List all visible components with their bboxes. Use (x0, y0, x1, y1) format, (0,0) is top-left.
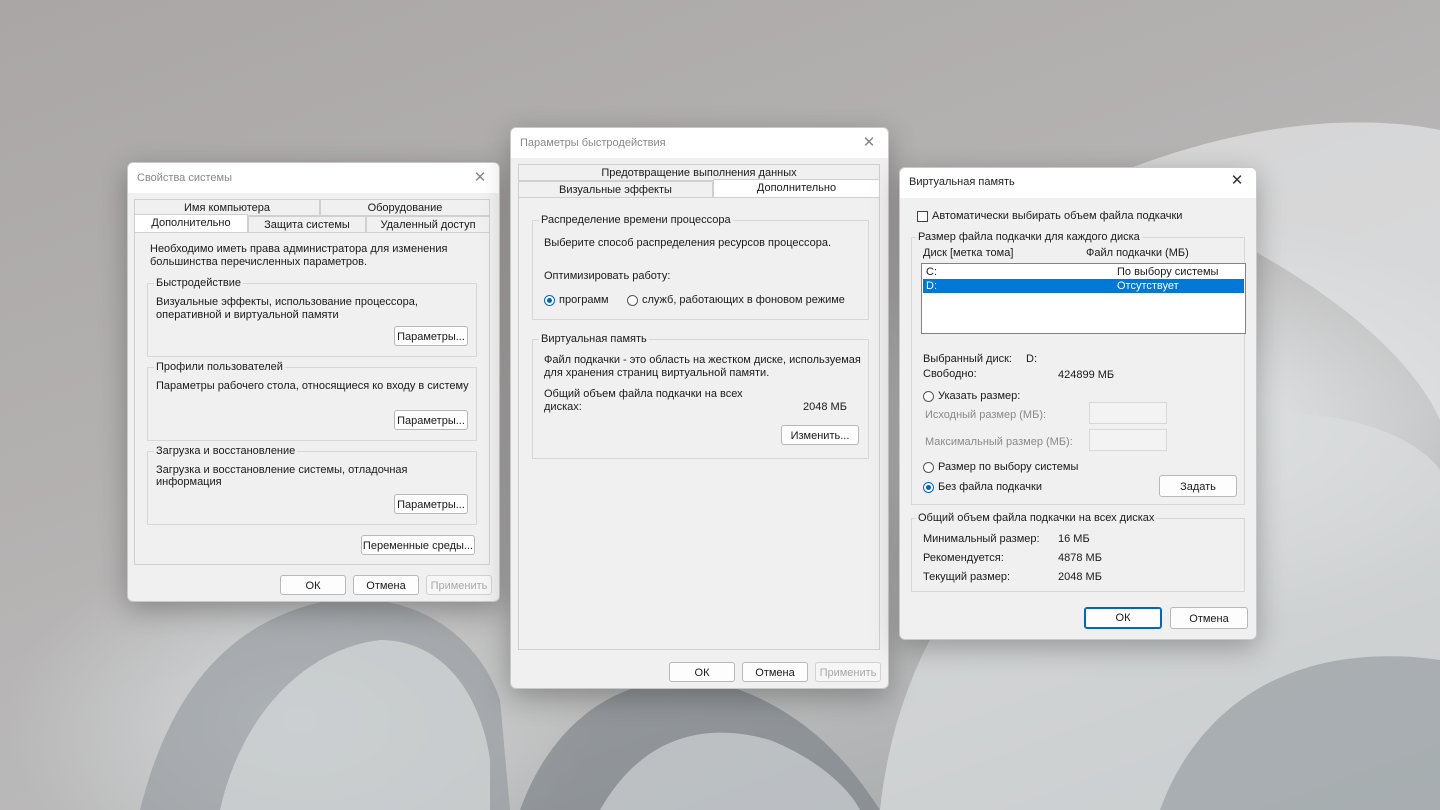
selected-disk-value: D: (1026, 353, 1037, 365)
tab-advanced[interactable]: Дополнительно (713, 179, 880, 198)
performance-group: Быстродействие Визуальные эффекты, испол… (147, 277, 477, 357)
cancel-button[interactable]: Отмена (1170, 607, 1248, 629)
auto-manage-checkbox[interactable] (917, 211, 928, 222)
optimize-label: Оптимизировать работу: (544, 270, 671, 282)
virtual-memory-group: Виртуальная память Файл подкачки - это о… (532, 333, 869, 459)
disk-paging-size: По выбору системы (1117, 266, 1219, 278)
cpu-scheduling-group: Распределение времени процессора Выберит… (532, 214, 869, 320)
virtual-memory-titlebar[interactable]: Виртуальная память ✕ (900, 168, 1256, 198)
ok-button[interactable]: ОК (1084, 607, 1162, 629)
background-services-label[interactable]: служб, работающих в фоновом режиме (642, 294, 845, 306)
minimum-size-value: 16 МБ (1058, 533, 1090, 545)
custom-size-radio[interactable] (923, 391, 934, 402)
recommended-label: Рекомендуется: (923, 552, 1004, 564)
startup-recovery-title: Загрузка и восстановление (154, 445, 298, 457)
minimum-size-label: Минимальный размер: (923, 533, 1040, 545)
environment-variables-button[interactable]: Переменные среды... (361, 535, 475, 555)
user-profiles-group: Профили пользователей Параметры рабочего… (147, 361, 477, 441)
selected-disk-label: Выбранный диск: (923, 353, 1012, 365)
disk-letter: D: (926, 280, 937, 292)
initial-size-label: Исходный размер (МБ): (925, 409, 1047, 421)
disk-column-header: Диск [метка тома] (923, 247, 1014, 259)
change-button[interactable]: Изменить... (781, 425, 859, 445)
no-paging-file-radio[interactable] (923, 482, 934, 493)
user-profiles-desc: Параметры рабочего стола, относящиеся ко… (156, 380, 469, 392)
performance-desc: Визуальные эффекты, использование процес… (156, 296, 418, 321)
recommended-value: 4878 МБ (1058, 552, 1102, 564)
tab-panel: Распределение времени процессора Выберит… (518, 197, 880, 650)
startup-recovery-group: Загрузка и восстановление Загрузка и вос… (147, 445, 477, 525)
performance-settings-button[interactable]: Параметры... (394, 326, 468, 346)
total-paging-group: Общий объем файла подкачки на всех диска… (911, 512, 1245, 592)
total-paging-title: Общий объем файла подкачки на всех диска… (916, 512, 1157, 524)
close-icon[interactable]: ✕ (858, 132, 880, 154)
set-button[interactable]: Задать (1159, 475, 1237, 497)
tab-visual-effects[interactable]: Визуальные эффекты (518, 181, 713, 198)
tab-hardware[interactable]: Оборудование (320, 199, 490, 216)
max-size-input[interactable] (1089, 429, 1167, 451)
auto-manage-label[interactable]: Автоматически выбирать объем файла подка… (932, 210, 1182, 222)
startup-recovery-settings-button[interactable]: Параметры... (394, 494, 468, 514)
performance-title: Быстродействие (154, 277, 243, 289)
close-icon[interactable]: ✕ (469, 167, 491, 189)
cancel-button[interactable]: Отмена (742, 662, 808, 682)
startup-recovery-desc: Загрузка и восстановление системы, отлад… (156, 464, 408, 488)
virtual-memory-desc: Файл подкачки - это область на жестком д… (544, 354, 861, 379)
custom-size-label[interactable]: Указать размер: (938, 390, 1020, 402)
apply-button[interactable]: Применить (426, 575, 492, 595)
size-column-header: Файл подкачки (МБ) (1086, 247, 1189, 259)
disk-row[interactable]: C: По выбору системы (923, 265, 1244, 279)
ok-button[interactable]: ОК (669, 662, 735, 682)
disk-list[interactable]: C: По выбору системы D: Отсутствует (921, 263, 1246, 334)
paging-total-label: Общий объем файла подкачки на всех диска… (544, 388, 743, 413)
free-space-label: Свободно: (923, 368, 977, 380)
tab-system-protection[interactable]: Защита системы (248, 216, 366, 233)
cancel-button[interactable]: Отмена (353, 575, 419, 595)
user-profiles-settings-button[interactable]: Параметры... (394, 410, 468, 430)
system-properties-titlebar[interactable]: Свойства системы ✕ (128, 163, 499, 193)
window-title: Свойства системы (137, 172, 233, 184)
background-services-radio[interactable] (627, 295, 638, 306)
close-icon[interactable]: ✕ (1226, 170, 1248, 192)
disk-row-selected[interactable]: D: Отсутствует (923, 279, 1244, 293)
window-title: Параметры быстродействия (520, 137, 666, 149)
performance-options-titlebar[interactable]: Параметры быстродействия ✕ (511, 128, 888, 158)
virtual-memory-title: Виртуальная память (539, 333, 649, 345)
per-disk-title: Размер файла подкачки для каждого диска (916, 231, 1142, 243)
paging-total-value: 2048 МБ (803, 401, 847, 413)
tab-advanced[interactable]: Дополнительно (134, 214, 248, 233)
disk-letter: C: (926, 266, 937, 278)
system-managed-label[interactable]: Размер по выбору системы (938, 461, 1078, 473)
user-profiles-title: Профили пользователей (154, 361, 285, 373)
disk-paging-size: Отсутствует (1117, 280, 1179, 292)
tab-panel: Необходимо иметь права администратора дл… (134, 232, 490, 565)
tab-remote-access[interactable]: Удаленный доступ (366, 216, 490, 233)
programs-radio[interactable] (544, 295, 555, 306)
no-paging-file-label[interactable]: Без файла подкачки (938, 481, 1042, 493)
virtual-memory-window: Виртуальная память ✕ Автоматически выбир… (899, 167, 1257, 640)
max-size-label: Максимальный размер (МБ): (925, 436, 1073, 448)
apply-button[interactable]: Применить (815, 662, 881, 682)
system-properties-window: Свойства системы ✕ Имя компьютера Оборуд… (127, 162, 500, 602)
free-space-value: 424899 МБ (1058, 369, 1115, 381)
admin-note: Необходимо иметь права администратора дл… (150, 243, 448, 268)
current-size-label: Текущий размер: (923, 571, 1011, 583)
ok-button[interactable]: ОК (280, 575, 346, 595)
window-title: Виртуальная память (909, 176, 1015, 188)
cpu-scheduling-desc: Выберите способ распределения ресурсов п… (544, 237, 832, 249)
current-size-value: 2048 МБ (1058, 571, 1102, 583)
initial-size-input[interactable] (1089, 402, 1167, 424)
programs-label[interactable]: программ (559, 294, 609, 306)
system-managed-radio[interactable] (923, 462, 934, 473)
per-disk-group: Размер файла подкачки для каждого диска … (911, 231, 1246, 505)
performance-options-window: Параметры быстродействия ✕ Предотвращени… (510, 127, 889, 689)
cpu-scheduling-title: Распределение времени процессора (539, 214, 733, 226)
